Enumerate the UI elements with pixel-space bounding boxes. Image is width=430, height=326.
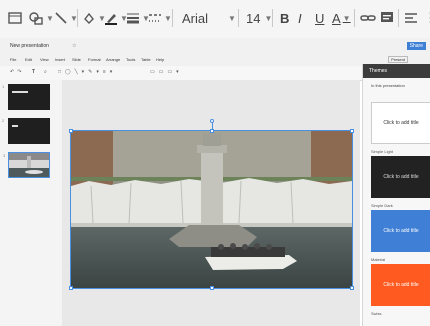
border-color-icon[interactable]: ▼ <box>104 9 128 27</box>
slide-thumbnail[interactable]: 2 <box>2 118 50 144</box>
undo-redo-icon[interactable]: ↶↷ <box>10 69 24 75</box>
document-title[interactable]: New presentation <box>10 43 49 49</box>
theme-card[interactable]: Click to add title <box>371 102 430 144</box>
underline-button[interactable]: U <box>315 9 324 27</box>
fill-color-icon[interactable]: ▼ <box>82 9 106 27</box>
font-size-value: 14 <box>246 10 261 26</box>
mini-format-icons[interactable]: ▭▭▭▾ <box>150 69 183 75</box>
menu-file[interactable]: File <box>10 57 16 62</box>
menu-edit[interactable]: Edit <box>25 57 32 62</box>
menu-table[interactable]: Table <box>141 57 151 62</box>
slide-canvas[interactable] <box>62 80 360 326</box>
menu-arrange[interactable]: Arrange <box>106 57 120 62</box>
new-slide-icon[interactable] <box>8 9 22 27</box>
align-icon[interactable] <box>404 9 418 27</box>
menu-help[interactable]: Help <box>156 57 164 62</box>
theme-name: Material <box>371 257 386 262</box>
share-button[interactable]: Share <box>406 42 426 50</box>
slide-photo[interactable] <box>69 119 354 290</box>
theme-name: Swiss <box>371 311 382 316</box>
text-box-icon[interactable]: T <box>32 69 35 75</box>
menu-format[interactable]: Format <box>88 57 101 62</box>
present-button[interactable]: Present <box>388 56 408 63</box>
zoom-icon[interactable]: ⌕ <box>44 69 47 75</box>
menu-slide[interactable]: Slide <box>72 57 81 62</box>
font-family-select[interactable]: Arial ▼ <box>182 9 236 27</box>
theme-card[interactable]: Click to add title <box>371 156 430 198</box>
menu-insert[interactable]: Insert <box>55 57 65 62</box>
border-dash-icon[interactable]: ▼ <box>148 9 172 27</box>
themes-header: Themes <box>363 64 430 78</box>
shape-icon[interactable]: ▼ <box>28 9 54 27</box>
slide-thumbnail[interactable]: 1 <box>2 84 50 110</box>
theme-name: Simple Dark <box>371 203 393 208</box>
formatting-toolbar: ▼ ▼ ▼ ▼ ▼ ▼ Arial▼ 14▼ B I U A▼ ⋮ <box>0 0 430 39</box>
bold-button[interactable]: B <box>280 9 289 27</box>
menu-view[interactable]: View <box>40 57 49 62</box>
font-family-value: Arial <box>182 10 209 26</box>
text-color-button[interactable]: A ▼ <box>332 9 351 27</box>
star-icon[interactable]: ☆ <box>72 43 76 49</box>
slide-thumbnail-selected[interactable]: 3 <box>3 152 50 178</box>
themes-panel: Themes In this presentation Click to add… <box>362 64 430 326</box>
mini-shape-icons[interactable]: □◯╲▾✎▾≡▾ <box>58 69 116 75</box>
link-icon[interactable] <box>360 9 376 27</box>
border-weight-icon[interactable]: ▼ <box>126 9 150 27</box>
slides-app: New presentation ☆ Share File Edit View … <box>0 38 430 326</box>
theme-card[interactable]: Click to add title <box>371 264 430 306</box>
themes-section-label: In this presentation <box>371 83 405 88</box>
slide-filmstrip: 1 2 3 <box>0 80 63 326</box>
theme-name: Simple Light <box>371 149 394 154</box>
comment-icon[interactable] <box>380 9 394 27</box>
theme-card[interactable]: Click to add title <box>371 210 430 252</box>
italic-button[interactable]: I <box>298 9 302 27</box>
menu-tools[interactable]: Tools <box>126 57 135 62</box>
more-icon[interactable]: ⋮ <box>424 9 430 27</box>
title-bar: New presentation ☆ Share <box>0 38 430 54</box>
font-size-select[interactable]: 14 ▼ <box>246 9 272 27</box>
line-icon[interactable]: ▼ <box>54 9 78 27</box>
